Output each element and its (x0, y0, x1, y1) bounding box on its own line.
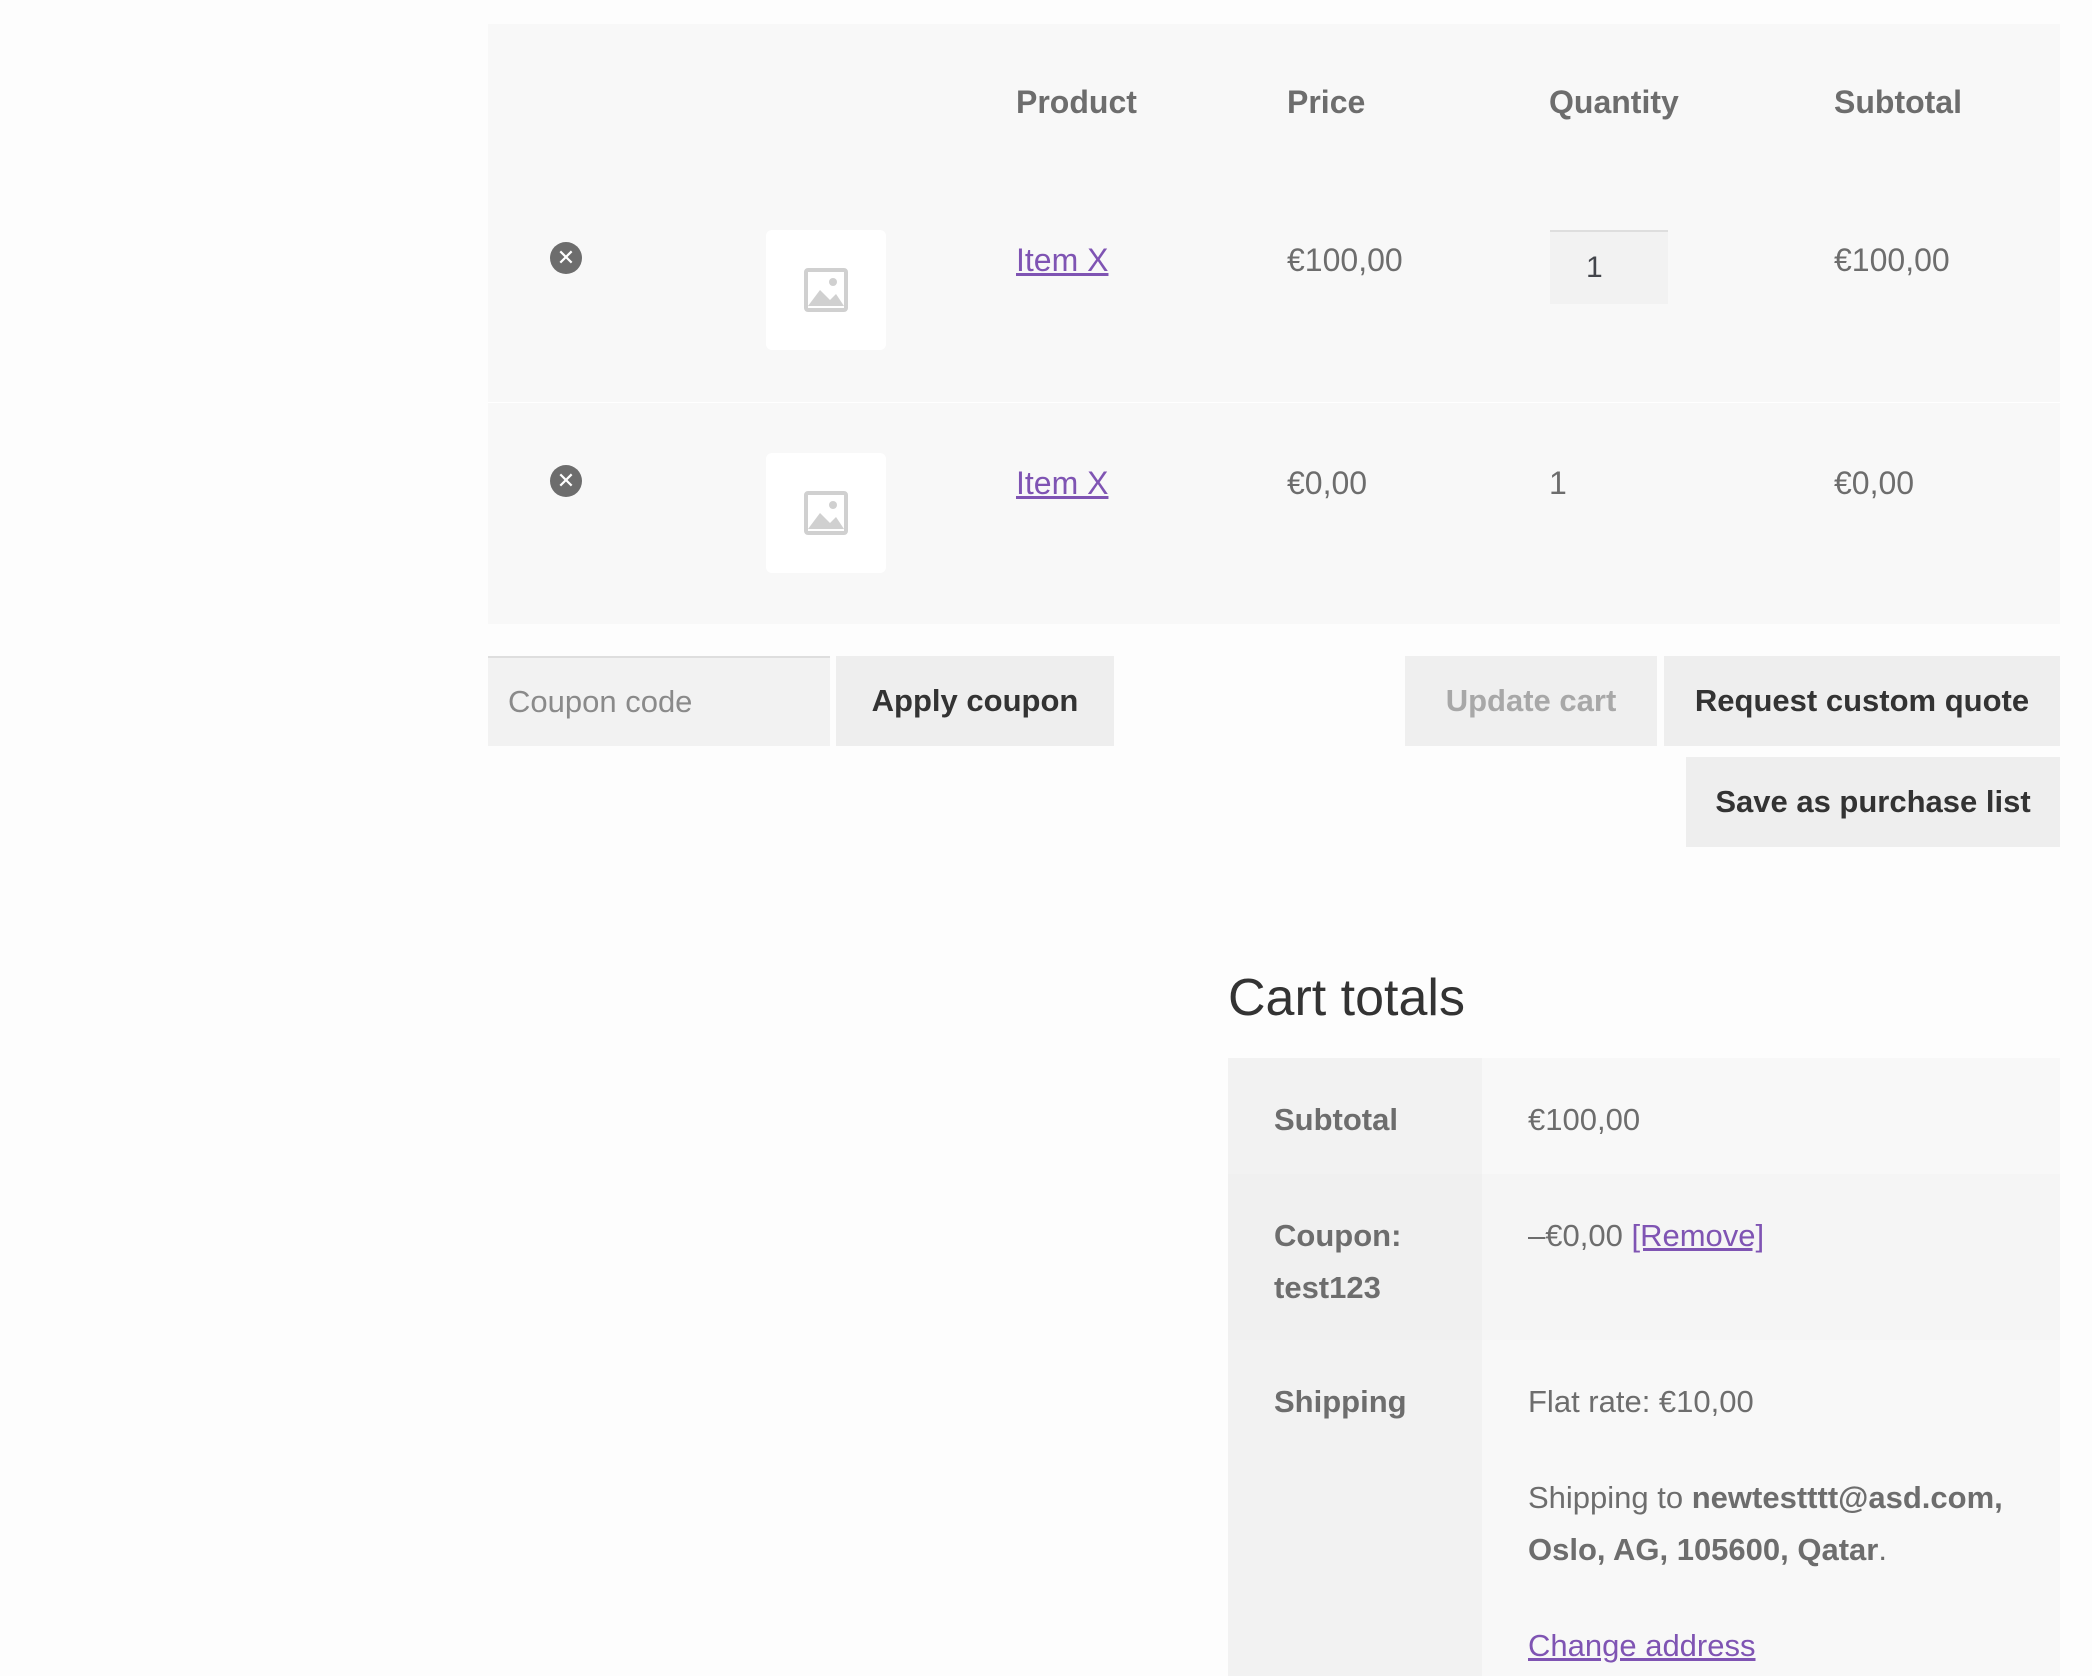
cart-table: Product Price Quantity Subtotal ✕ Item X… (488, 24, 2060, 624)
change-address-wrap: Change address (1528, 1620, 2060, 1672)
shipping-address-line1: newtestttt@asd.com, (1691, 1480, 2003, 1515)
totals-row-subtotal: Subtotal €100,00 (1228, 1058, 2060, 1174)
item-price: €0,00 (1287, 465, 1368, 501)
shipping-to-prefix: Shipping to (1528, 1480, 1684, 1515)
item-subtotal: €0,00 (1834, 465, 1915, 501)
table-row: ✕ Item X €0,00 1 €0,00 (488, 402, 2060, 624)
product-thumbnail[interactable] (766, 453, 886, 573)
shipping-address-line2: Oslo, AG, 105600, Qatar (1528, 1532, 1879, 1567)
header-product: Product (1016, 83, 1137, 120)
cart-table-header: Product Price Quantity Subtotal (488, 24, 2060, 180)
subtotal-label: Subtotal (1228, 1058, 1482, 1174)
table-row: ✕ Item X €100,00 €100,00 (488, 180, 2060, 402)
remove-coupon-link[interactable]: [Remove] (1631, 1218, 1764, 1253)
quantity-input[interactable] (1550, 230, 1668, 304)
shipping-value: Flat rate: €10,00 Shipping to newtestttt… (1482, 1340, 2060, 1676)
subtotal-value: €100,00 (1482, 1058, 2060, 1174)
cart-totals-title: Cart totals (1228, 969, 1465, 1027)
item-subtotal: €100,00 (1834, 242, 1950, 278)
request-custom-quote-button[interactable]: Request custom quote (1664, 656, 2060, 746)
shipping-label: Shipping (1228, 1340, 1482, 1676)
totals-row-shipping: Shipping Flat rate: €10,00 Shipping to n… (1228, 1340, 2060, 1676)
cart-actions: Apply coupon Update cart Request custom … (488, 656, 2060, 852)
product-name-link[interactable]: Item X (1016, 240, 1108, 280)
update-cart-button[interactable]: Update cart (1405, 656, 1657, 746)
placeholder-image-icon (804, 268, 848, 312)
item-quantity: 1 (1549, 465, 1567, 501)
coupon-label-text: Coupon: (1274, 1218, 1402, 1253)
header-subtotal: Subtotal (1834, 83, 1962, 120)
change-address-link[interactable]: Change address (1528, 1628, 1756, 1663)
product-name-link[interactable]: Item X (1016, 463, 1108, 503)
save-purchase-list-button[interactable]: Save as purchase list (1686, 757, 2060, 847)
apply-coupon-button[interactable]: Apply coupon (836, 656, 1114, 746)
shipping-to-suffix: . (1878, 1532, 1887, 1567)
header-quantity: Quantity (1549, 83, 1679, 120)
totals-row-coupon: Coupon: test123 –€0,00 [Remove] (1228, 1174, 2060, 1340)
coupon-code-text: test123 (1274, 1270, 1381, 1305)
coupon-value: –€0,00 [Remove] (1482, 1174, 2060, 1340)
remove-item-icon[interactable]: ✕ (550, 465, 582, 497)
header-price: Price (1287, 83, 1366, 120)
shipping-destination: Shipping to newtestttt@asd.com, Oslo, AG… (1528, 1472, 2060, 1576)
coupon-code-input[interactable] (488, 656, 830, 746)
coupon-discount: –€0,00 (1528, 1218, 1623, 1253)
coupon-label: Coupon: test123 (1228, 1174, 1482, 1340)
item-price: €100,00 (1287, 242, 1403, 278)
placeholder-image-icon (804, 491, 848, 535)
shipping-rate: Flat rate: €10,00 (1528, 1384, 1754, 1419)
product-thumbnail[interactable] (766, 230, 886, 350)
cart-totals-table: Subtotal €100,00 Coupon: test123 –€0,00 … (1228, 1058, 2060, 1676)
remove-item-icon[interactable]: ✕ (550, 242, 582, 274)
